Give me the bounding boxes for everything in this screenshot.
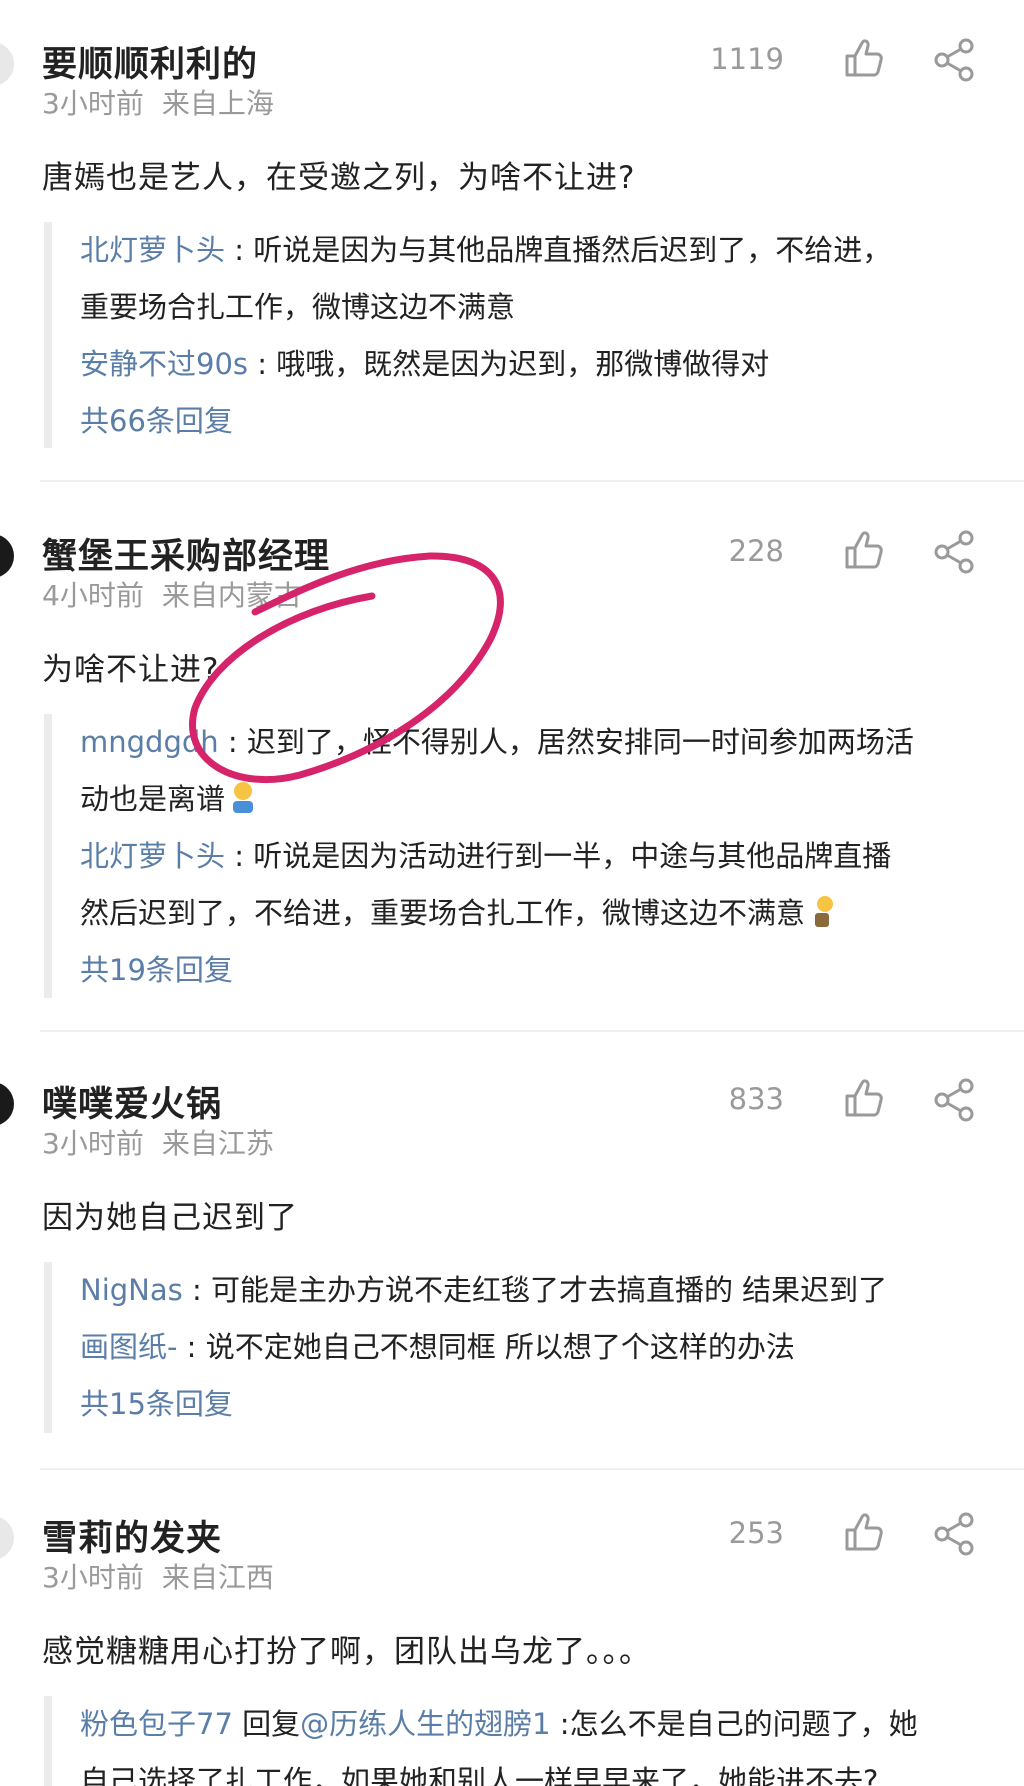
reply-separator: : bbox=[177, 1330, 206, 1364]
comment-card: 雪莉的发夹 3小时前 来自江西 253 感觉糖糖用心打扮了啊，团队出乌龙了。。。 … bbox=[0, 1510, 1024, 1786]
reply-item[interactable]: 安静不过90s : 哦哦，既然是因为迟到，那微博做得对 bbox=[80, 336, 994, 393]
comment-location: 来自上海 bbox=[161, 87, 274, 120]
reply-text-continued: 重要场合扎工作，微博这边不满意 bbox=[80, 290, 516, 324]
share-icon[interactable] bbox=[932, 38, 976, 82]
reply-block: 粉色包子77 回复@历练人生的翅膀1 :怎么不是自己的问题了，她 自己选择了扎工… bbox=[44, 1696, 994, 1786]
avatar[interactable] bbox=[0, 42, 14, 86]
comment-time: 3小时前 bbox=[42, 1127, 144, 1160]
reply-separator: : bbox=[248, 347, 277, 381]
comment-text: 为啥不让进? bbox=[42, 652, 220, 688]
reply-author[interactable]: NigNas bbox=[80, 1273, 183, 1307]
view-all-replies-link[interactable]: 共66条回复 bbox=[80, 393, 994, 450]
reply-word: 回复 bbox=[232, 1707, 301, 1741]
comment-divider bbox=[40, 480, 1024, 482]
comment-text: 唐嫣也是艺人，在受邀之列，为啥不让进? bbox=[42, 160, 636, 196]
reply-item[interactable]: 画图纸- : 说不定她自己不想同框 所以想了个这样的办法 bbox=[80, 1319, 994, 1376]
comment-username[interactable]: 雪莉的发夹 bbox=[42, 1510, 222, 1561]
avatar[interactable] bbox=[0, 1082, 14, 1126]
comment-divider bbox=[40, 1468, 1024, 1470]
like-count: 253 bbox=[728, 1516, 784, 1550]
reply-text-continued: 自己选择了扎工作，如果她和别人一样早早来了，她能进不去? bbox=[80, 1764, 879, 1786]
avatar[interactable] bbox=[0, 1516, 14, 1560]
reply-text: 说不定她自己不想同框 所以想了个这样的办法 bbox=[205, 1330, 795, 1364]
reply-author[interactable]: 北灯萝卜头 bbox=[80, 233, 225, 267]
comment-time: 3小时前 bbox=[42, 87, 144, 120]
reply-text: 然后迟到了，不给进，重要场合扎工作，微博这边不满意 bbox=[80, 896, 806, 930]
reply-author[interactable]: 北灯萝卜头 bbox=[80, 839, 225, 873]
reply-separator: : bbox=[218, 725, 247, 759]
comment-location: 来自江苏 bbox=[161, 1127, 274, 1160]
reply-item[interactable]: 北灯萝卜头 : 听说是因为活动进行到一半，中途与其他品牌直播 bbox=[80, 828, 994, 885]
lightbulb-emoji-icon bbox=[815, 896, 834, 927]
reply-separator: : bbox=[182, 1273, 211, 1307]
comment-location: 来自江西 bbox=[161, 1561, 274, 1594]
view-all-replies-link[interactable]: 共19条回复 bbox=[80, 942, 994, 999]
comment-meta: 3小时前 来自上海 bbox=[42, 82, 274, 122]
thumbs-up-icon[interactable] bbox=[842, 528, 886, 572]
reply-item[interactable]: 粉色包子77 回复@历练人生的翅膀1 :怎么不是自己的问题了，她 bbox=[80, 1696, 994, 1753]
comment-card: 蟹堡王采购部经理 4小时前 来自内蒙古 228 为啥不让进? mngdgdh : … bbox=[0, 528, 1024, 998]
reply-block: 北灯萝卜头 : 听说是因为与其他品牌直播然后迟到了，不给进， 重要场合扎工作，微… bbox=[44, 222, 994, 448]
reply-separator: : bbox=[225, 839, 254, 873]
like-count: 228 bbox=[728, 534, 784, 568]
comment-text: 感觉糖糖用心打扮了啊，团队出乌龙了。。。 bbox=[42, 1634, 651, 1670]
comment-time: 4小时前 bbox=[42, 579, 144, 612]
reply-mention[interactable]: @历练人生的翅膀1 bbox=[300, 1707, 550, 1741]
comment-username[interactable]: 要顺顺利利的 bbox=[42, 36, 258, 87]
reply-text: 怎么不是自己的问题了，她 bbox=[569, 1707, 918, 1741]
reply-author[interactable]: 画图纸- bbox=[80, 1330, 177, 1364]
share-icon[interactable] bbox=[932, 530, 976, 574]
comment-username[interactable]: 噗噗爱火锅 bbox=[42, 1076, 222, 1127]
reply-item[interactable]: 北灯萝卜头 : 听说是因为与其他品牌直播然后迟到了，不给进， bbox=[80, 222, 994, 279]
reply-author[interactable]: mngdgdh bbox=[80, 725, 219, 759]
reply-author[interactable]: 安静不过90s bbox=[80, 347, 248, 381]
reply-text: 可能是主办方说不走红毯了才去搞直播的 结果迟到了 bbox=[210, 1273, 888, 1307]
comment-meta: 3小时前 来自江西 bbox=[42, 1556, 274, 1596]
comment-card: 噗噗爱火锅 3小时前 来自江苏 833 因为她自己迟到了 NigNas : 可能是… bbox=[0, 1076, 1024, 1446]
reply-text: 迟到了，怪不得别人，居然安排同一时间参加两场活 bbox=[246, 725, 914, 759]
reply-text: 动也是离谱 bbox=[80, 782, 226, 816]
thumbs-up-icon[interactable] bbox=[842, 36, 886, 80]
comment-divider bbox=[40, 1030, 1024, 1032]
reply-separator: : bbox=[225, 233, 254, 267]
facepalm-emoji-icon bbox=[233, 782, 254, 813]
avatar[interactable] bbox=[0, 534, 14, 578]
comment-location: 来自内蒙古 bbox=[161, 579, 302, 612]
reply-text: 哦哦，既然是因为迟到，那微博做得对 bbox=[276, 347, 770, 381]
comment-username[interactable]: 蟹堡王采购部经理 bbox=[42, 528, 330, 579]
reply-item[interactable]: mngdgdh : 迟到了，怪不得别人，居然安排同一时间参加两场活 bbox=[80, 714, 994, 771]
reply-text: 听说是因为与其他品牌直播然后迟到了，不给进， bbox=[253, 233, 892, 267]
reply-item[interactable]: NigNas : 可能是主办方说不走红毯了才去搞直播的 结果迟到了 bbox=[80, 1262, 994, 1319]
reply-separator: : bbox=[550, 1707, 570, 1741]
comment-text: 因为她自己迟到了 bbox=[42, 1200, 298, 1236]
comment-meta: 4小时前 来自内蒙古 bbox=[42, 574, 302, 614]
reply-block: NigNas : 可能是主办方说不走红毯了才去搞直播的 结果迟到了 画图纸- :… bbox=[44, 1262, 994, 1433]
reply-author[interactable]: 粉色包子77 bbox=[80, 1707, 233, 1741]
reply-text: 听说是因为活动进行到一半，中途与其他品牌直播 bbox=[253, 839, 892, 873]
reply-text-continued: 动也是离谱 bbox=[80, 771, 994, 828]
comment-meta: 3小时前 来自江苏 bbox=[42, 1122, 274, 1162]
thumbs-up-icon[interactable] bbox=[842, 1510, 886, 1554]
comment-time: 3小时前 bbox=[42, 1561, 144, 1594]
view-all-replies-link[interactable]: 共15条回复 bbox=[80, 1376, 994, 1433]
comment-card: 要顺顺利利的 3小时前 来自上海 1119 唐嫣也是艺人，在受邀之列，为啥不让进?… bbox=[0, 36, 1024, 456]
like-count: 833 bbox=[728, 1082, 784, 1116]
like-count: 1119 bbox=[710, 42, 784, 76]
share-icon[interactable] bbox=[932, 1512, 976, 1556]
reply-block: mngdgdh : 迟到了，怪不得别人，居然安排同一时间参加两场活 动也是离谱 … bbox=[44, 714, 994, 998]
thumbs-up-icon[interactable] bbox=[842, 1076, 886, 1120]
share-icon[interactable] bbox=[932, 1078, 976, 1122]
reply-text-continued: 然后迟到了，不给进，重要场合扎工作，微博这边不满意 bbox=[80, 885, 994, 942]
